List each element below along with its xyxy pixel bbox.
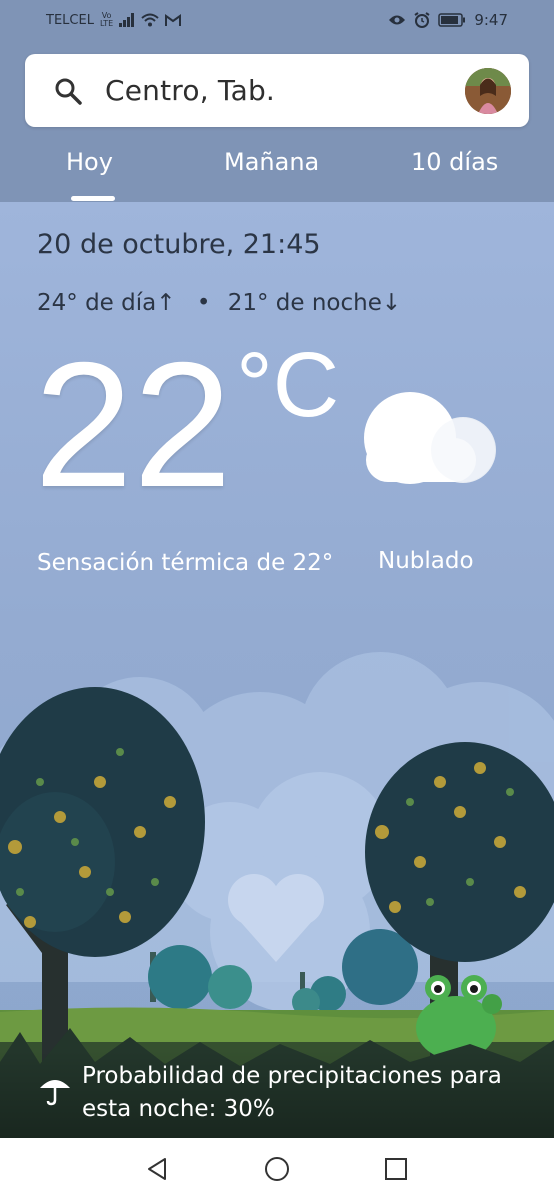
tab-10-dias[interactable]: 10 días <box>411 148 498 176</box>
clock-time: 9:47 <box>474 11 508 29</box>
current-datetime: 20 de octubre, 21:45 <box>37 229 321 260</box>
avatar-image <box>465 68 511 114</box>
up-arrow-icon: ↑ <box>156 290 176 316</box>
temperature-unit: °C <box>236 334 340 436</box>
location-text[interactable]: Centro, Tab. <box>105 74 275 107</box>
precipitation-banner[interactable]: Probabilidad de precipitaciones para est… <box>0 1050 554 1138</box>
tab-hoy[interactable]: Hoy <box>66 148 113 176</box>
gmail-icon <box>165 13 182 26</box>
tab-selected-indicator <box>71 196 115 201</box>
low-temp: 21° de noche <box>227 290 382 316</box>
current-temperature: 22 <box>34 325 232 524</box>
search-icon[interactable] <box>53 76 83 106</box>
separator-dot: • <box>196 290 211 316</box>
high-temp: 24° de día <box>37 290 157 316</box>
signal-icon <box>119 13 135 27</box>
condition-label: Nublado <box>378 548 474 574</box>
recents-icon[interactable] <box>381 1154 411 1184</box>
eye-icon <box>389 15 406 25</box>
tab-manana[interactable]: Mañana <box>224 148 319 176</box>
home-icon[interactable] <box>262 1154 292 1184</box>
volte-bottom: LTE <box>99 19 114 28</box>
feels-like: Sensación térmica de 22° <box>37 550 334 576</box>
umbrella-icon <box>40 1080 70 1106</box>
alarm-icon <box>414 12 430 28</box>
cloud-icon <box>364 392 496 484</box>
battery-icon <box>438 13 466 27</box>
status-bar: TELCEL Vo LTE 9:47 <box>0 0 554 40</box>
weather-main: 20 de octubre, 21:45 24° de día↑ • 21° d… <box>0 202 554 1138</box>
back-icon[interactable] <box>143 1154 173 1184</box>
day-tabs: Hoy Mañana 10 días <box>0 140 554 202</box>
precipitation-text: Probabilidad de precipitaciones para est… <box>82 1063 502 1122</box>
status-right: 9:47 <box>388 11 508 29</box>
system-nav-bar <box>0 1138 554 1200</box>
high-low-temps: 24° de día↑ • 21° de noche↓ <box>37 290 401 316</box>
down-arrow-icon: ↓ <box>381 290 402 316</box>
status-left: TELCEL Vo LTE <box>46 12 182 28</box>
app-header: Centro, Tab. Hoy Mañana 10 días <box>0 40 554 202</box>
location-search-bar[interactable]: Centro, Tab. <box>25 54 529 127</box>
volte-indicator: Vo LTE <box>100 12 113 28</box>
wifi-icon <box>141 13 159 27</box>
account-avatar[interactable] <box>465 68 511 114</box>
carrier-label: TELCEL <box>46 12 94 28</box>
